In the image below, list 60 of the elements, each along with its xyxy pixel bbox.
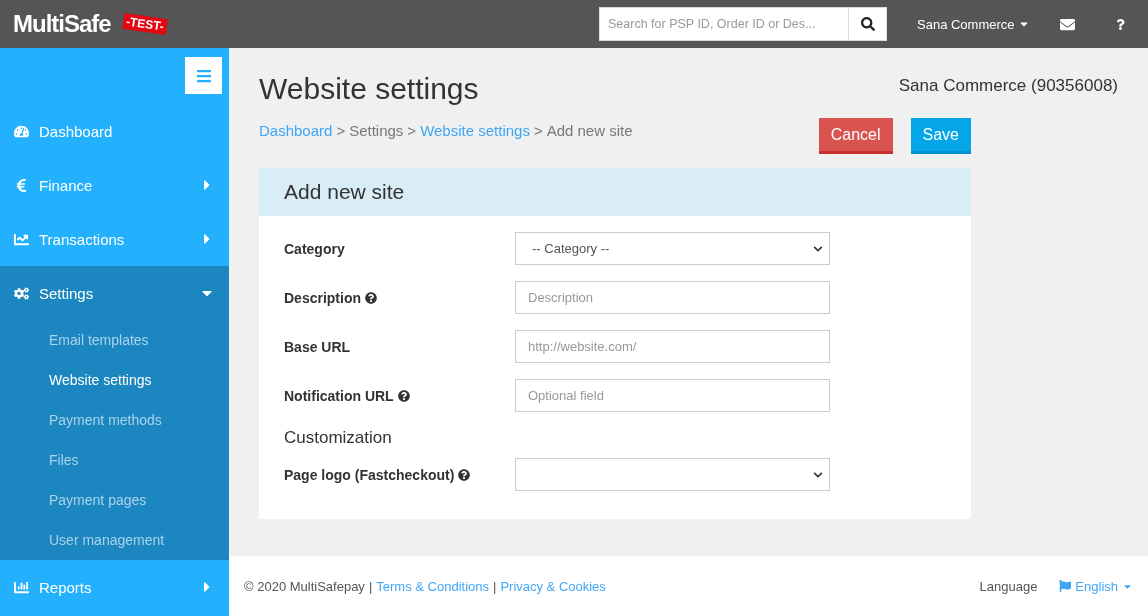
breadcrumb-separator: > [533, 122, 543, 141]
bar-chart-icon [14, 579, 29, 595]
search-field[interactable]: Search for PSP ID, Order ID or Des... [599, 7, 887, 41]
sidebar-subitem[interactable]: Website settings [0, 360, 229, 400]
field-label: Category [284, 240, 345, 257]
select-field[interactable]: -- Category -- [515, 232, 830, 265]
sidebar-subitem[interactable]: Email templates [0, 320, 229, 360]
page-title: Website settings [259, 72, 479, 106]
merchant-name: Sana Commerce (90356008) [898, 76, 1118, 96]
input-field[interactable]: http://website.com/ [515, 330, 830, 363]
field-label: Base URL [284, 338, 351, 355]
language-dropdown[interactable]: English [1059, 578, 1133, 594]
sidebar-subitem[interactable]: Files [0, 440, 229, 480]
save-button[interactable]: Save [910, 118, 971, 154]
line-chart-icon [14, 231, 29, 247]
sidebar-subitem[interactable]: User management [0, 520, 229, 560]
help-icon[interactable] [365, 291, 377, 304]
logo: MultiSafe [13, 10, 111, 38]
breadcrumb-separator: > [407, 122, 417, 141]
footer-link[interactable]: Terms & Conditions [376, 578, 489, 594]
section-heading: Customization [284, 428, 393, 448]
search-icon [860, 17, 875, 31]
select-field[interactable] [515, 458, 830, 491]
gauge-icon [14, 123, 29, 139]
breadcrumb-separator: > [336, 122, 346, 141]
footer-separator: | [368, 578, 373, 594]
field-label: Description [284, 289, 361, 306]
sidebar-item[interactable]: Dashboard [0, 104, 229, 158]
language-label: Language [979, 578, 1038, 594]
input-field[interactable]: Optional field [515, 379, 830, 412]
chevron-icon [813, 243, 823, 254]
field-label: Notification URL [284, 387, 394, 404]
copyright-text: © 2020 MultiSafepay [244, 578, 365, 594]
gears-icon [14, 285, 29, 301]
sidebar-item[interactable]: Settings [0, 266, 229, 320]
euro-icon [14, 177, 29, 193]
breadcrumb-item: Settings [349, 122, 404, 141]
breadcrumb-item: Add new site [546, 122, 633, 141]
help-icon[interactable] [397, 389, 410, 402]
breadcrumb-link[interactable]: Website settings [420, 122, 530, 154]
test-badge: -TEST- [122, 13, 168, 35]
footer-link[interactable]: Privacy & Cookies [500, 578, 606, 594]
account-menu[interactable]: Sana Commerce [917, 16, 1030, 32]
sidebar-item[interactable]: Transactions [0, 212, 229, 266]
mail-icon[interactable] [1059, 16, 1075, 32]
sidebar-subitem[interactable]: Payment pages [0, 480, 229, 520]
help-icon[interactable] [1114, 18, 1126, 30]
card-title: Add new site [259, 168, 971, 216]
flag-icon [1059, 580, 1072, 592]
sidebar-subitem[interactable]: Payment methods [0, 400, 229, 440]
cancel-button[interactable]: Cancel [818, 118, 893, 154]
menu-icon [195, 67, 212, 84]
sidebar-item[interactable]: Reports [0, 560, 229, 614]
help-icon[interactable] [458, 468, 471, 481]
breadcrumb-link[interactable]: Dashboard [259, 122, 333, 154]
sidebar-item[interactable]: Finance [0, 158, 229, 212]
chevron-icon [813, 469, 823, 480]
input-field[interactable]: Description [515, 281, 830, 314]
field-label: Page logo (Fastcheckout) [284, 466, 455, 483]
footer-separator: | [493, 578, 497, 594]
